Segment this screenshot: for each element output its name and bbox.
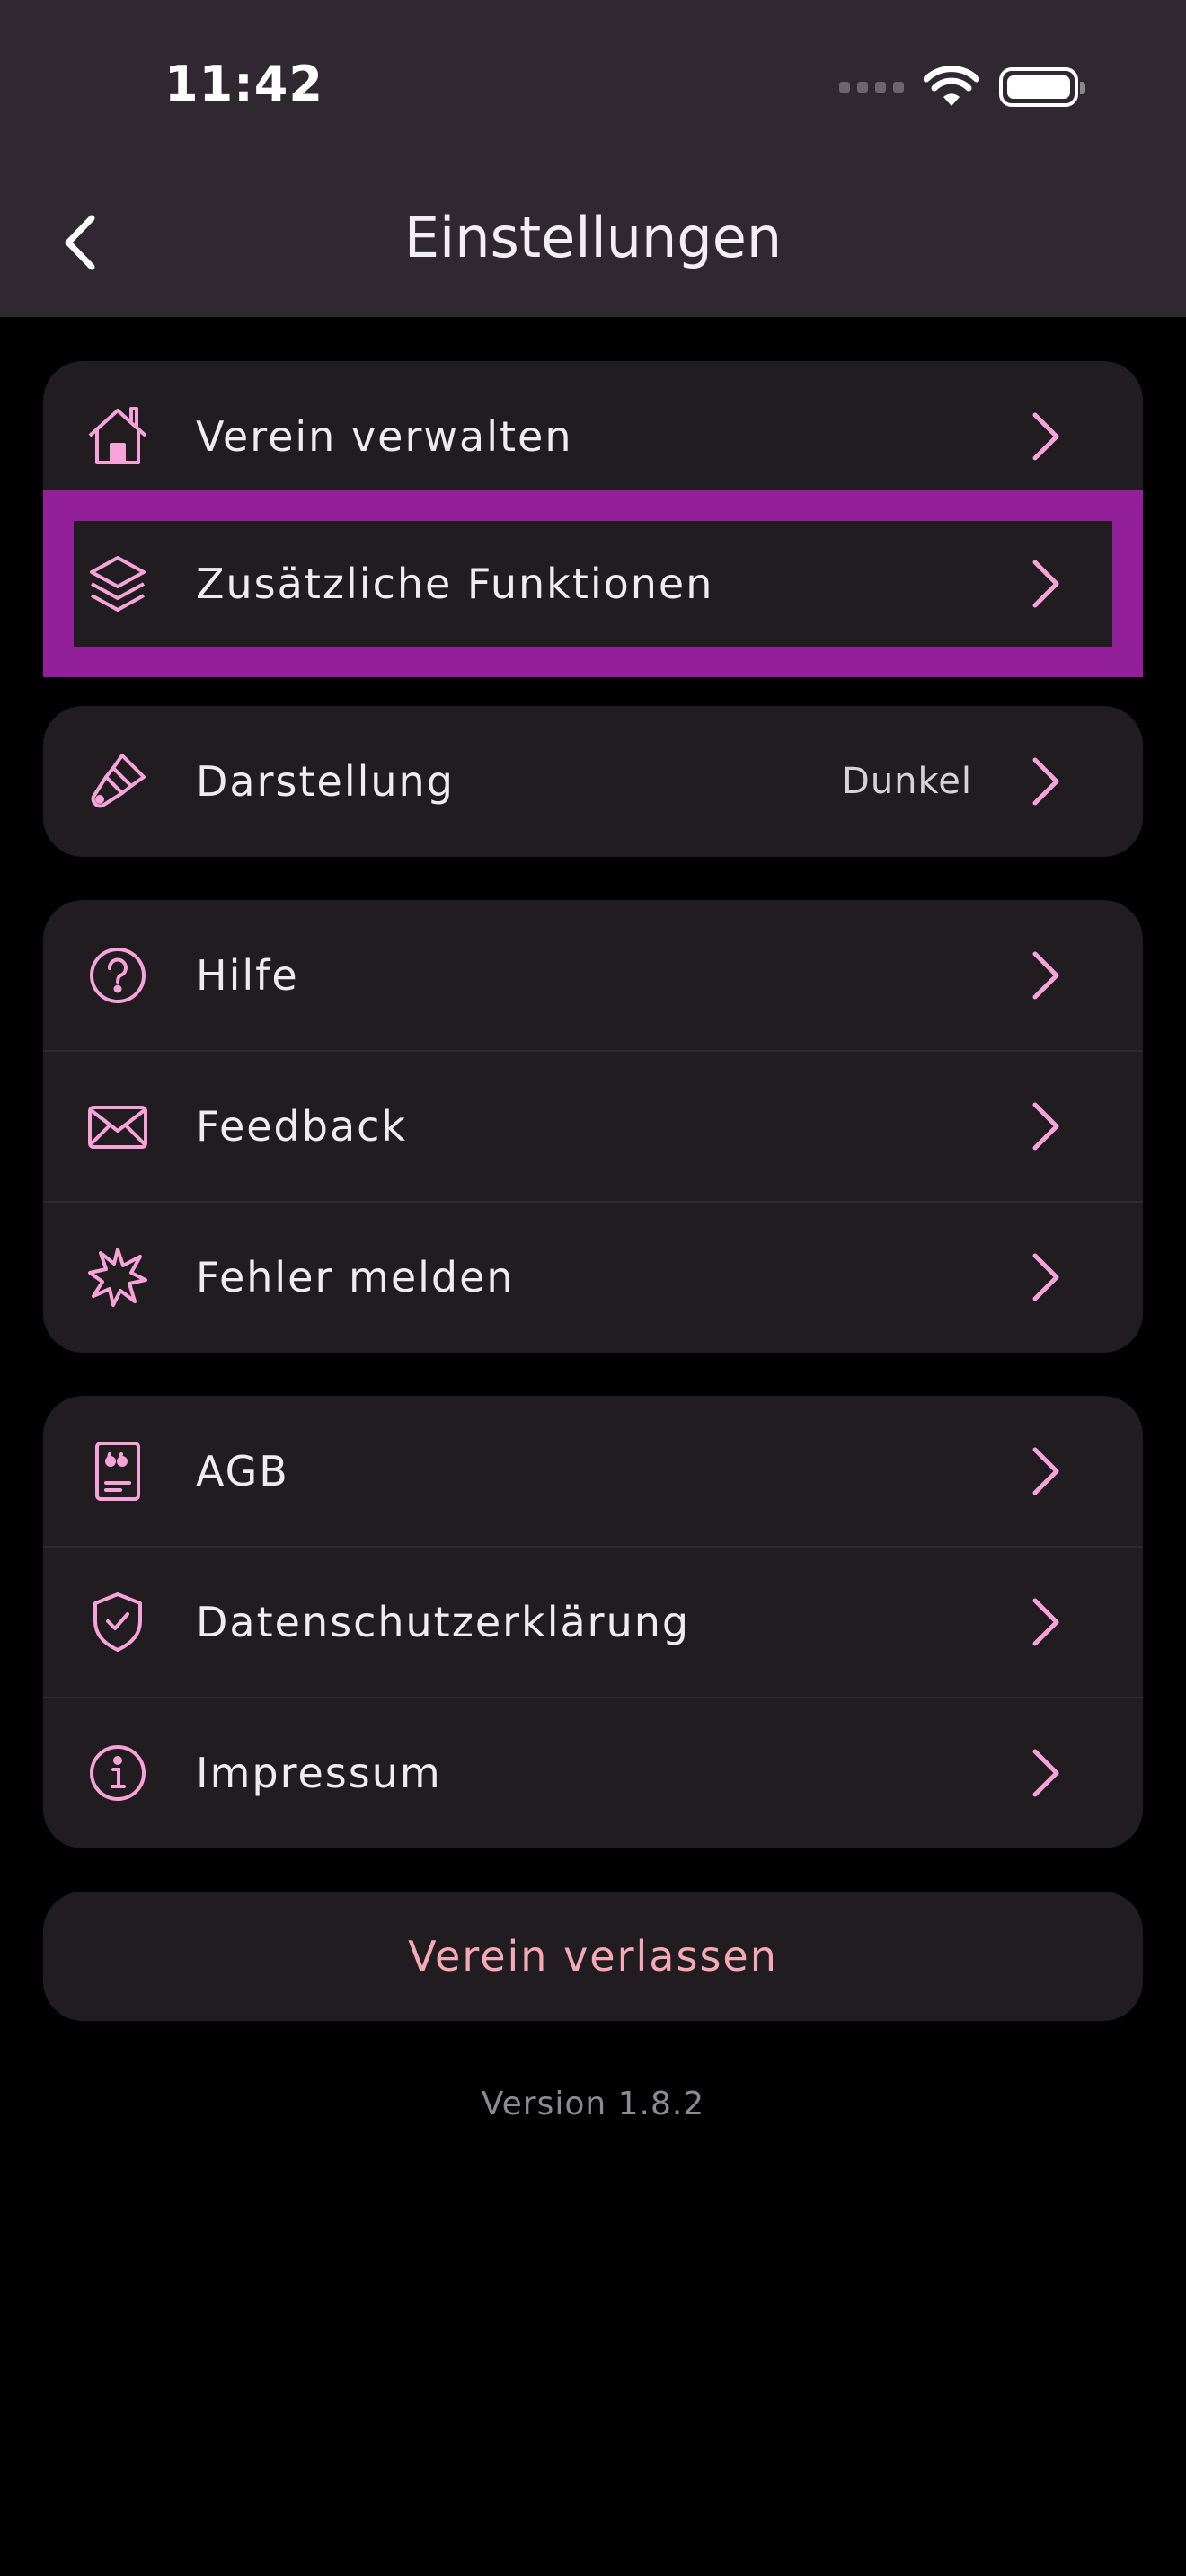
burst-icon	[86, 1246, 149, 1309]
row-label: Feedback	[196, 1102, 408, 1151]
row-verein-verwalten[interactable]: Verein verwalten	[43, 361, 1143, 512]
page-title: Einstellungen	[403, 205, 783, 270]
envelope-icon	[86, 1095, 149, 1158]
status-time: 11:42	[164, 56, 323, 112]
row-value: Dunkel	[842, 761, 972, 802]
row-darstellung[interactable]: Darstellung Dunkel	[43, 706, 1143, 857]
layers-icon	[86, 552, 149, 615]
settings-group-appearance: Darstellung Dunkel	[43, 706, 1143, 857]
chevron-right-icon	[1028, 410, 1064, 463]
row-label: Verein verwalten	[196, 412, 573, 461]
row-agb[interactable]: AGB	[43, 1396, 1143, 1547]
status-icons	[839, 65, 1085, 110]
row-fehler-melden[interactable]: Fehler melden	[43, 1202, 1143, 1353]
row-label: Darstellung	[196, 757, 455, 806]
row-hilfe[interactable]: Hilfe	[43, 900, 1143, 1051]
row-label: Zusätzliche Funktionen	[196, 560, 714, 608]
paintbrush-icon	[86, 750, 149, 813]
navigation-bar: 11:42 Einstellungen	[0, 0, 1186, 317]
cellular-signal-icon	[839, 82, 904, 93]
row-label: Hilfe	[196, 951, 299, 1000]
row-label: Impressum	[196, 1749, 442, 1797]
settings-group-support: Hilfe Feedback Fehler melden	[43, 900, 1143, 1353]
chevron-right-icon	[1028, 1746, 1064, 1800]
row-label: AGB	[196, 1447, 289, 1495]
app-version: Version 1.8.2	[481, 2086, 705, 2122]
shield-check-icon	[86, 1591, 149, 1654]
chevron-right-icon	[1028, 754, 1064, 808]
house-icon	[86, 405, 149, 468]
row-zusaetzliche-funktionen[interactable]: Zusätzliche Funktionen	[43, 513, 1143, 655]
chevron-right-icon	[1028, 948, 1064, 1002]
wifi-icon	[924, 66, 979, 106]
row-impressum[interactable]: Impressum	[43, 1698, 1143, 1848]
settings-group-legal: AGB Datenschutzerklärung Impressum	[43, 1396, 1143, 1848]
row-datenschutzerklaerung[interactable]: Datenschutzerklärung	[43, 1547, 1143, 1698]
chevron-right-icon	[1028, 1595, 1064, 1649]
row-feedback[interactable]: Feedback	[43, 1051, 1143, 1202]
chevron-right-icon	[1028, 1099, 1064, 1153]
battery-icon	[999, 67, 1085, 107]
chevron-right-icon	[1028, 1250, 1064, 1304]
leave-club-button[interactable]: Verein verlassen	[43, 1892, 1143, 2021]
info-circle-icon	[86, 1742, 149, 1804]
row-label: Datenschutzerklärung	[196, 1598, 691, 1646]
chevron-right-icon	[1028, 557, 1064, 611]
row-label: Fehler melden	[196, 1253, 515, 1301]
document-quote-icon	[86, 1440, 149, 1503]
chevron-right-icon	[1028, 1444, 1064, 1498]
question-circle-icon	[86, 944, 149, 1007]
